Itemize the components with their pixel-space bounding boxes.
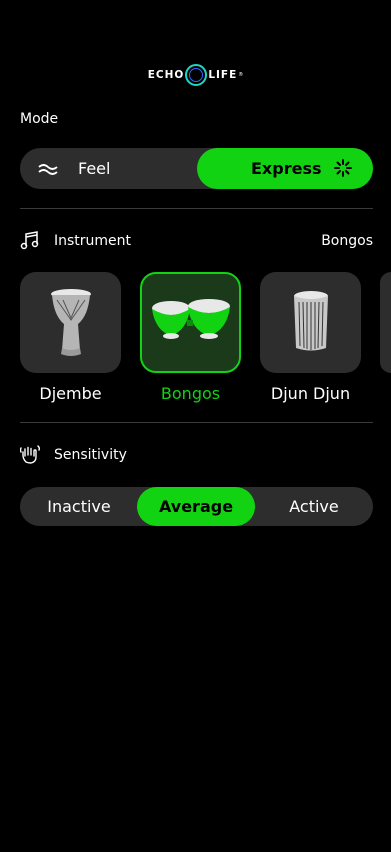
mode-option-feel[interactable]: Feel [20,148,196,189]
mode-label: Mode [20,111,59,127]
mode-option-express-label: Express [251,159,322,178]
sensitivity-option-active[interactable]: Active [255,487,373,526]
logo-registered-mark: ® [238,72,244,78]
sensitivity-label: Sensitivity [54,447,127,463]
instrument-card-djun-djun[interactable] [260,272,361,373]
logo-ring-icon [185,64,208,86]
mode-option-feel-label: Feel [78,159,111,178]
mode-option-express[interactable]: Express [197,148,373,189]
logo-text-echo: ECHO [147,69,185,81]
instrument-name-djembe: Djembe [39,384,102,403]
djembe-icon [50,288,91,356]
music-note-icon [20,231,40,251]
sensitivity-toggle: Inactive Average Active [20,487,373,526]
waves-icon [38,163,60,175]
bongos-icon [151,298,230,339]
divider [20,422,373,423]
sensitivity-header: Sensitivity [20,445,373,465]
instrument-name-bongos: Bongos [160,384,221,403]
hand-wave-icon [20,445,40,465]
instrument-label: Instrument [54,233,132,249]
instrument-current-value: Bongos [321,233,373,249]
sparkle-icon [333,158,353,178]
djun-djun-icon [293,290,328,350]
sensitivity-option-inactive[interactable]: Inactive [20,487,138,526]
logo-text-life: LIFE [208,69,238,81]
divider [20,208,373,209]
instrument-header: Instrument Bongos [20,231,373,251]
instrument-card-bongos[interactable] [140,272,241,373]
mode-toggle: Feel Express [20,148,373,189]
sensitivity-option-average[interactable]: Average [137,487,255,526]
instrument-name-djun-djun: Djun Djun [270,384,351,403]
instrument-card-partial[interactable] [380,272,391,373]
echolife-logo: ECHO LIFE ® [0,64,391,86]
instrument-card-djembe[interactable] [20,272,121,373]
